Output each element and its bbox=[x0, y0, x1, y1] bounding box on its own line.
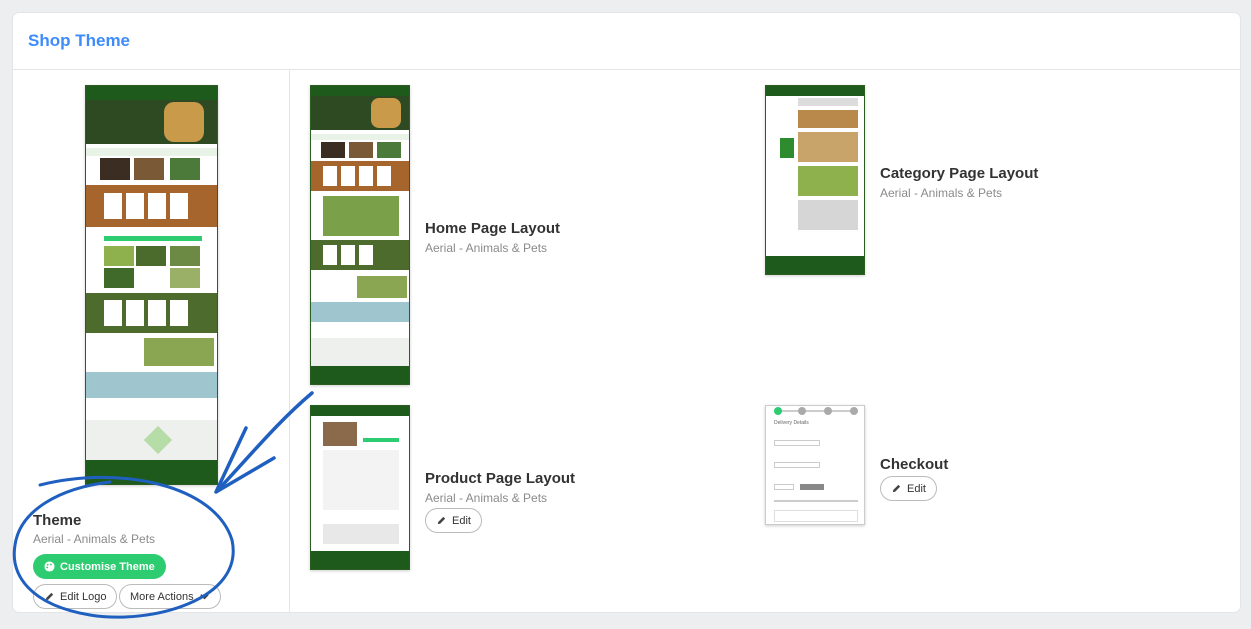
edit-logo-button[interactable]: Edit Logo bbox=[33, 584, 118, 609]
checkout-edit-button[interactable]: Edit bbox=[880, 476, 937, 501]
theme-subtitle: Aerial - Animals & Pets bbox=[33, 532, 156, 546]
home-page-layout-title: Home Page Layout bbox=[425, 220, 561, 237]
product-page-layout-title: Product Page Layout bbox=[425, 470, 576, 487]
theme-panel: Theme Aerial - Animals & Pets Customise … bbox=[13, 70, 290, 612]
product-page-edit-label: Edit bbox=[452, 514, 471, 527]
category-page-layout-subtitle: Aerial - Animals & Pets bbox=[880, 186, 1003, 200]
checkout-edit-label: Edit bbox=[907, 482, 926, 495]
checkout-preview-image[interactable]: Delivery Details bbox=[765, 405, 865, 525]
home-page-layout-subtitle: Aerial - Animals & Pets bbox=[425, 241, 548, 255]
chevron-down-icon bbox=[199, 594, 209, 600]
pencil-icon bbox=[892, 484, 901, 493]
customise-theme-label: Customise Theme bbox=[60, 560, 155, 573]
more-actions-button[interactable]: More Actions bbox=[119, 584, 221, 609]
home-page-preview-image[interactable] bbox=[310, 85, 410, 385]
theme-title: Theme bbox=[33, 512, 82, 529]
palette-icon bbox=[44, 561, 55, 572]
checkout-title: Checkout bbox=[880, 456, 949, 473]
layouts-panel: Home Page Layout Aerial - Animals & Pets… bbox=[290, 70, 1240, 612]
customise-theme-button[interactable]: Customise Theme bbox=[33, 554, 166, 579]
product-page-preview-image[interactable] bbox=[310, 405, 410, 570]
pencil-icon bbox=[437, 516, 446, 525]
checkout-preview-heading: Delivery Details bbox=[774, 420, 809, 426]
theme-preview-image[interactable] bbox=[85, 85, 218, 485]
more-actions-label: More Actions bbox=[130, 590, 194, 603]
shop-theme-card: Shop Theme Theme Aerial - Animals & Pets… bbox=[13, 13, 1240, 612]
edit-logo-label: Edit Logo bbox=[60, 590, 107, 603]
pencil-icon bbox=[45, 592, 54, 601]
card-title: Shop Theme bbox=[28, 31, 131, 50]
card-header: Shop Theme bbox=[13, 13, 1240, 70]
product-page-edit-button[interactable]: Edit bbox=[425, 508, 482, 533]
category-page-preview-image[interactable] bbox=[765, 85, 865, 275]
category-page-layout-title: Category Page Layout bbox=[880, 165, 1039, 182]
product-page-layout-subtitle: Aerial - Animals & Pets bbox=[425, 491, 548, 505]
